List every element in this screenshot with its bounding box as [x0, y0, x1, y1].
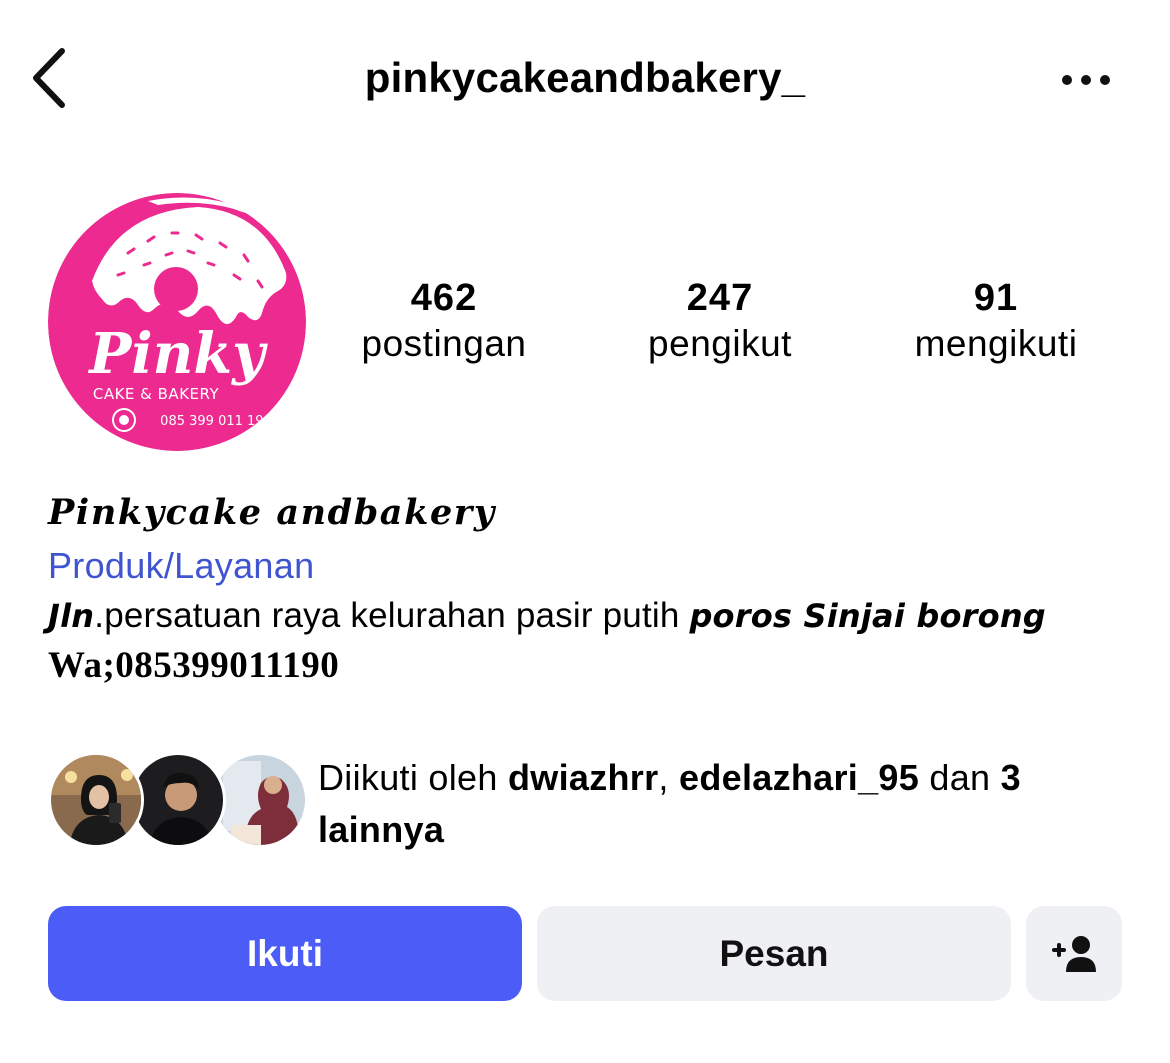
category-label[interactable]: Produk/Layanan	[48, 544, 1138, 588]
donut-logo-icon: Pinky CAKE & BAKERY 085 399 011 190	[48, 193, 306, 451]
top-navigation-bar: pinkycakeandbakery_	[0, 0, 1170, 160]
stat-following[interactable]: 91 mengikuti	[866, 276, 1126, 368]
following-label: mengikuti	[914, 323, 1078, 364]
svg-text:CAKE & BAKERY: CAKE & BAKERY	[93, 385, 220, 403]
address-suffix: poros Sinjai borong	[689, 597, 1046, 635]
follow-button[interactable]: Ikuti	[48, 906, 522, 1001]
address-prefix: Jln	[48, 597, 95, 635]
message-button[interactable]: Pesan	[537, 906, 1011, 1001]
avatar	[130, 752, 226, 848]
more-options-button[interactable]	[1052, 58, 1120, 102]
profile-username: pinkycakeandbakery_	[364, 54, 806, 101]
stat-followers[interactable]: 247 pengikut	[590, 276, 850, 368]
ellipsis-icon	[1062, 75, 1110, 85]
profile-bio: Pinkycake andbakery Produk/Layanan Jln.p…	[48, 490, 1138, 688]
whatsapp-text: Wa;085399011190	[48, 645, 340, 686]
followed-by-text: Diikuti oleh dwiazhrr, edelazhari_95 dan…	[318, 757, 1021, 850]
avatar	[212, 752, 308, 848]
mutual-followers[interactable]: Diikuti oleh dwiazhrr, edelazhari_95 dan…	[48, 752, 1138, 852]
display-name: Pinkycake andbakery	[48, 492, 496, 533]
following-count: 91	[973, 277, 1019, 319]
stat-posts[interactable]: 462 postingan	[314, 276, 574, 368]
address-text: Jln.persatuan raya kelurahan pasir putih…	[48, 594, 1138, 638]
followers-count: 247	[686, 277, 754, 319]
follower-username[interactable]: dwiazhrr	[508, 757, 658, 798]
address-main: .persatuan raya kelurahan pasir putih	[94, 596, 690, 635]
svg-text:085 399 011 190: 085 399 011 190	[160, 414, 272, 429]
followers-label: pengikut	[648, 323, 792, 364]
posts-label: postingan	[361, 323, 527, 364]
profile-avatar[interactable]: Pinky CAKE & BAKERY 085 399 011 190	[48, 193, 306, 451]
add-user-icon	[1052, 935, 1096, 972]
follower-username[interactable]: edelazhari_95	[679, 757, 919, 798]
suggested-accounts-button[interactable]	[1026, 906, 1122, 1001]
avatar	[48, 752, 144, 848]
svg-text:Pinky: Pinky	[87, 321, 268, 387]
posts-count: 462	[410, 277, 478, 319]
